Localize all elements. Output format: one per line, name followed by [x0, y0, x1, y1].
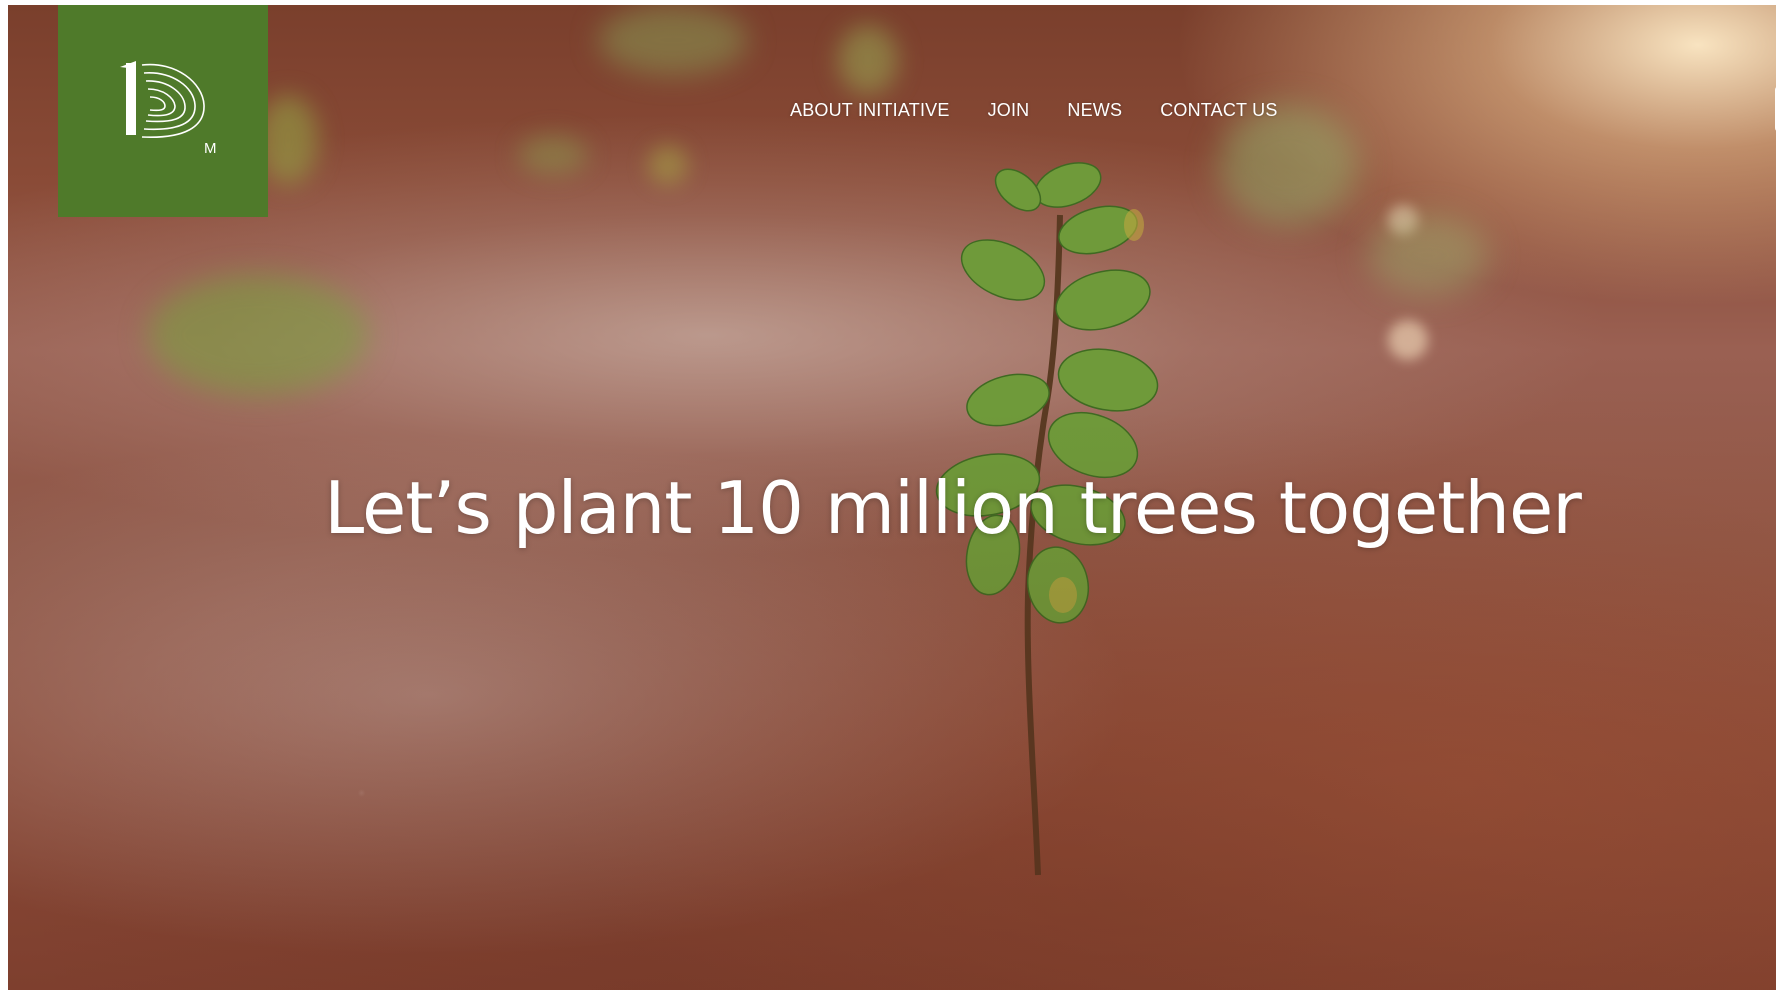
side-tab-button[interactable]: [1775, 86, 1781, 132]
nav-join[interactable]: JOIN: [988, 100, 1030, 121]
logo-letter: M: [204, 140, 217, 157]
bokeh-light: [1388, 205, 1418, 235]
bokeh-light: [1388, 320, 1428, 360]
page: M ABOUT INITIATIVE JOIN NEWS CONTACT US …: [0, 0, 1781, 993]
hero-headline: Let’s plant 10 million trees together: [324, 466, 1582, 550]
bokeh-sprout: [1368, 215, 1488, 295]
nav-contact-us[interactable]: CONTACT US: [1160, 100, 1277, 121]
bokeh-sprout: [838, 25, 898, 95]
bokeh-sprout: [148, 275, 368, 395]
nav-news[interactable]: NEWS: [1067, 100, 1122, 121]
bokeh-sprout: [598, 5, 748, 75]
bokeh-sprout: [648, 145, 688, 185]
nav-about-initiative[interactable]: ABOUT INITIATIVE: [790, 100, 950, 121]
logo[interactable]: M: [58, 5, 268, 217]
main-navigation: ABOUT INITIATIVE JOIN NEWS CONTACT US: [790, 100, 1278, 121]
tree-ring-logo-icon: M: [120, 61, 217, 157]
bokeh-sprout: [518, 135, 588, 175]
bokeh-sprout: [1218, 105, 1358, 225]
